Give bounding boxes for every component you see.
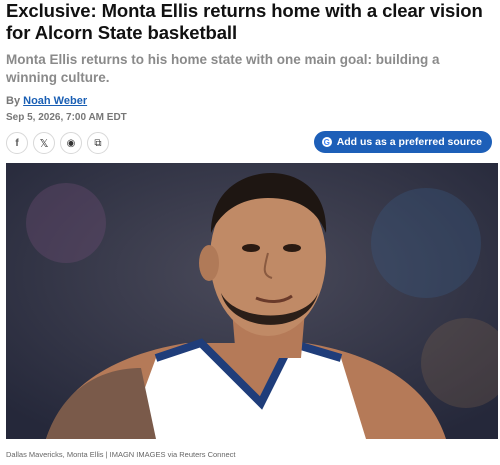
copy-link-button[interactable]: ⧉ <box>87 132 109 154</box>
crowd-blur <box>26 183 106 263</box>
facebook-icon: f <box>15 137 19 149</box>
player-eye <box>242 244 260 252</box>
byline-prefix: By <box>6 95 21 107</box>
player-illustration <box>6 163 498 439</box>
author-link[interactable]: Noah Weber <box>23 95 87 107</box>
player-ear <box>199 245 219 281</box>
photo-caption: Dallas Mavericks, Monta Ellis | IMAGN IM… <box>6 450 236 459</box>
article-header: Exclusive: Monta Ellis returns home with… <box>0 0 500 158</box>
x-share-button[interactable]: 𝕏 <box>33 132 55 154</box>
share-bar: f 𝕏 ◉ ⧉ G Add us as a preferred source <box>6 131 494 158</box>
crowd-blur <box>371 188 481 298</box>
google-icon: G <box>321 137 332 147</box>
x-icon: 𝕏 <box>39 137 49 150</box>
reddit-icon: ◉ <box>66 137 76 149</box>
facebook-share-button[interactable]: f <box>6 132 28 154</box>
publish-date: Sep 5, 2026, 7:00 AM EDT <box>6 112 127 123</box>
article-photo <box>6 163 498 439</box>
article-headline: Exclusive: Monta Ellis returns home with… <box>6 0 483 43</box>
copy-icon: ⧉ <box>94 137 102 149</box>
byline: By Noah Weber <box>6 95 494 107</box>
reddit-share-button[interactable]: ◉ <box>60 132 82 154</box>
article-subheadline: Monta Ellis returns to his home state wi… <box>6 52 440 85</box>
preferred-source-label: Add us as a preferred source <box>336 136 482 148</box>
preferred-source-button[interactable]: G Add us as a preferred source <box>313 131 492 153</box>
player-eye <box>283 244 301 252</box>
